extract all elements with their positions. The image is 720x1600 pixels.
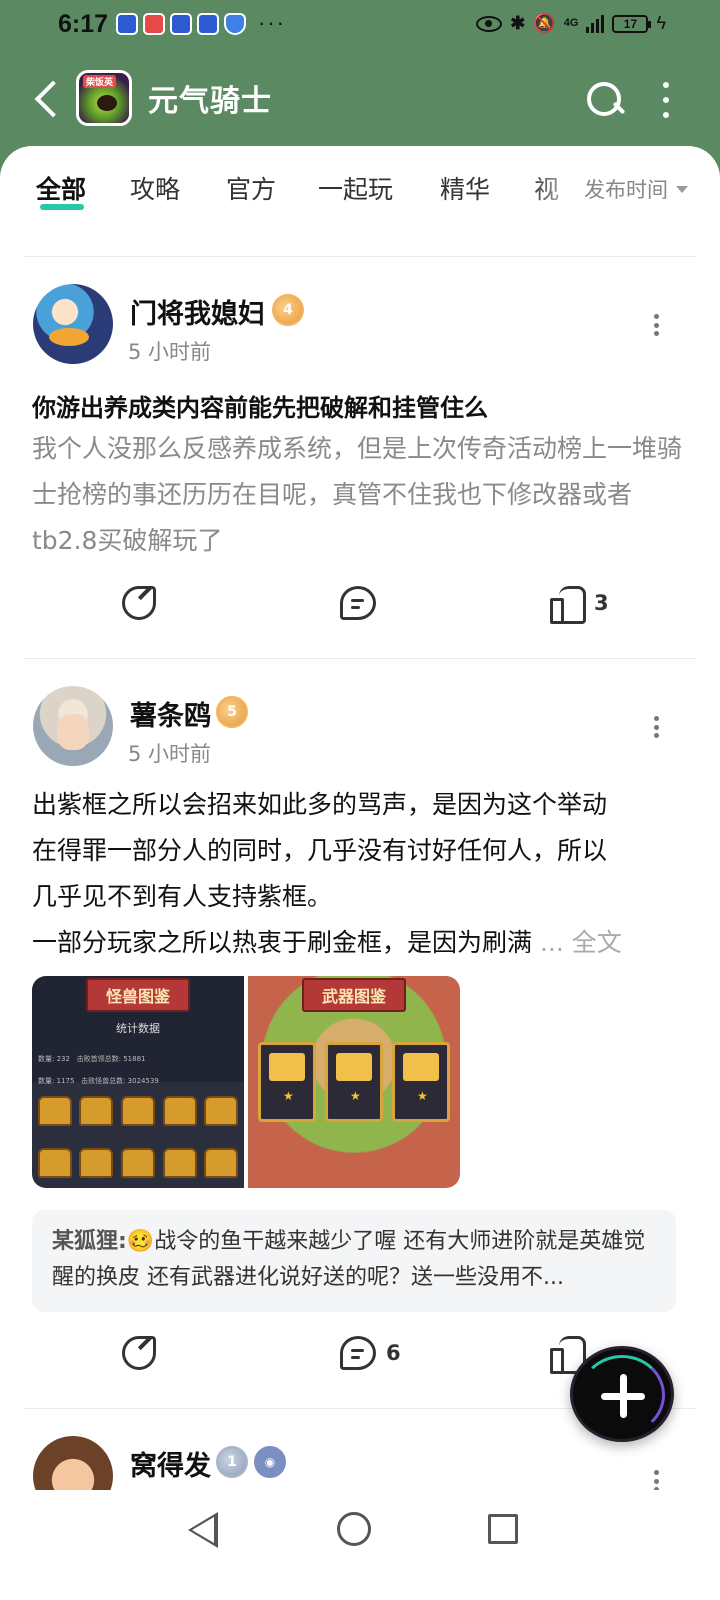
more-options-icon[interactable]: [652, 1470, 660, 1492]
sort-dropdown[interactable]: 发布时间: [580, 174, 688, 204]
post-time: 5 小时前: [128, 742, 212, 766]
discord-icon: ◉: [254, 1446, 286, 1478]
reply-emoji: 🥴: [126, 1229, 155, 1254]
tab-play-together[interactable]: 一起玩: [318, 170, 393, 206]
comment-count: 6: [386, 1341, 401, 1365]
app-notification-icon: [143, 13, 165, 35]
chest-row: [32, 1148, 244, 1178]
notification-icons: [116, 13, 246, 35]
tab-indicator: [40, 204, 84, 210]
avatar[interactable]: [33, 284, 113, 364]
page-title: 元气骑士: [148, 84, 272, 119]
read-more-link[interactable]: ... 全文: [540, 928, 622, 957]
weapon-cards: ★ ★ ★: [258, 1042, 450, 1122]
app-notification-icon: [170, 13, 192, 35]
chevron-down-icon: [676, 185, 688, 193]
nav-recent-icon[interactable]: [488, 1514, 518, 1544]
comment-icon: [340, 1336, 376, 1370]
system-navigation-bar: [0, 1490, 720, 1600]
chest-row: [32, 1096, 244, 1126]
bluetooth-icon: ✱: [510, 13, 526, 33]
reply-author[interactable]: 某狐狸:: [52, 1229, 127, 1254]
post-body[interactable]: 我个人没那么反感养成系统，但是上次传奇活动榜上一堆骑士抢榜的事还历历在目呢，真管…: [32, 426, 692, 564]
post-body-line: 出紫框之所以会招来如此多的骂声，是因为这个举动: [32, 790, 608, 819]
share-button[interactable]: [122, 1336, 156, 1370]
level-badge: 5: [216, 696, 248, 728]
system-status-icons: ✱ 🔕 4G 17 ϟ: [476, 13, 666, 34]
signal-icon: [586, 14, 605, 33]
add-post-button[interactable]: [570, 1346, 674, 1442]
like-button[interactable]: 3: [550, 586, 609, 624]
status-time: 6:17: [58, 10, 109, 38]
tab-official[interactable]: 官方: [226, 170, 276, 206]
app-header: 柴饭英 元气骑士: [0, 62, 720, 142]
battery-icon: 17: [612, 14, 652, 33]
post-body-line: 一部分玩家之所以热衷于刷金框，是因为刷满 ... 全文: [32, 928, 622, 957]
category-tabs: 全部 攻略 官方 一起玩 精华 视 发布时间: [0, 160, 720, 230]
charging-icon: ϟ: [656, 13, 666, 33]
content-sheet: 全部 攻略 官方 一起玩 精华 视 发布时间 门将我媳妇 4 5 小时前 你游出…: [0, 146, 720, 1526]
add-icon: [579, 1355, 665, 1435]
level-badge: 1: [216, 1446, 248, 1478]
sort-label: 发布时间: [584, 178, 668, 202]
shield-icon: [224, 13, 246, 35]
like-count: 3: [594, 591, 609, 615]
post-body[interactable]: 出紫框之所以会招来如此多的骂声，是因为这个举动 在得罪一部分人的同时，几乎没有讨…: [32, 782, 692, 966]
post-body-line: 在得罪一部分人的同时，几乎没有讨好任何人，所以: [32, 836, 608, 865]
post-username[interactable]: 门将我媳妇: [130, 292, 265, 331]
tab-all[interactable]: 全部: [36, 170, 86, 206]
image-subtitle: 统计数据: [116, 1022, 160, 1035]
post-actions: 3: [0, 586, 720, 636]
game-icon-face: [97, 95, 117, 111]
more-options-icon[interactable]: [652, 314, 660, 336]
more-options-icon[interactable]: [652, 716, 660, 738]
post-body-line: 几乎见不到有人支持紫框。: [32, 882, 333, 911]
level-badge: 4: [272, 294, 304, 326]
image-banner: 怪兽图鉴: [85, 978, 191, 1012]
search-icon[interactable]: [585, 80, 625, 120]
back-icon[interactable]: [34, 80, 56, 118]
post-username[interactable]: 窝得发: [130, 1444, 211, 1483]
tab-featured[interactable]: 精华: [440, 170, 490, 206]
divider: [24, 256, 696, 257]
app-notification-icon: [197, 13, 219, 35]
share-icon: [122, 1336, 156, 1370]
avatar[interactable]: [33, 686, 113, 766]
more-vertical-icon[interactable]: [662, 82, 670, 118]
image-stats: 数量: 232 击败首领总数: 51881 数量: 1175 击败怪兽总数: 3…: [38, 1055, 159, 1085]
post-images: 怪兽图鉴 统计数据 数量: 232 击败首领总数: 51881 数量: 1175…: [32, 976, 460, 1188]
comment-button[interactable]: 6: [340, 1336, 401, 1370]
post-username[interactable]: 薯条鸥: [130, 694, 211, 733]
post-time: 5 小时前: [128, 340, 212, 364]
share-button[interactable]: [122, 586, 156, 620]
nav-back-icon[interactable]: [188, 1512, 218, 1548]
comment-button[interactable]: [340, 586, 386, 620]
app-notification-icon: [116, 13, 138, 35]
share-icon: [122, 586, 156, 620]
post-image[interactable]: 武器图鉴 ★ ★ ★: [248, 976, 460, 1188]
mute-bell-icon: 🔕: [533, 13, 556, 33]
comment-icon: [340, 586, 376, 620]
status-bar: 6:17 ··· ✱ 🔕 4G 17 ϟ: [0, 0, 720, 54]
like-icon: [550, 586, 586, 624]
top-reply[interactable]: 某狐狸:🥴战令的鱼干越来越少了喔 还有大师进阶就是英雄觉醒的换皮 还有武器进化说…: [32, 1210, 676, 1312]
game-icon-tag: 柴饭英: [83, 75, 117, 88]
game-icon[interactable]: 柴饭英: [76, 70, 132, 126]
app-root: 6:17 ··· ✱ 🔕 4G 17 ϟ 柴饭英 元气骑士 全部 攻略 官方 一…: [0, 0, 720, 1600]
eye-comfort-icon: [476, 15, 503, 32]
nav-home-icon[interactable]: [337, 1512, 371, 1546]
post-image[interactable]: 怪兽图鉴 统计数据 数量: 232 击败首领总数: 51881 数量: 1175…: [32, 976, 244, 1188]
tab-guides[interactable]: 攻略: [130, 170, 180, 206]
divider: [24, 658, 696, 659]
network-type: 4G: [563, 17, 579, 29]
image-banner: 武器图鉴: [301, 978, 407, 1012]
more-notifications-icon: ···: [258, 10, 286, 35]
post-title[interactable]: 你游出养成类内容前能先把破解和挂管住么: [32, 388, 692, 423]
